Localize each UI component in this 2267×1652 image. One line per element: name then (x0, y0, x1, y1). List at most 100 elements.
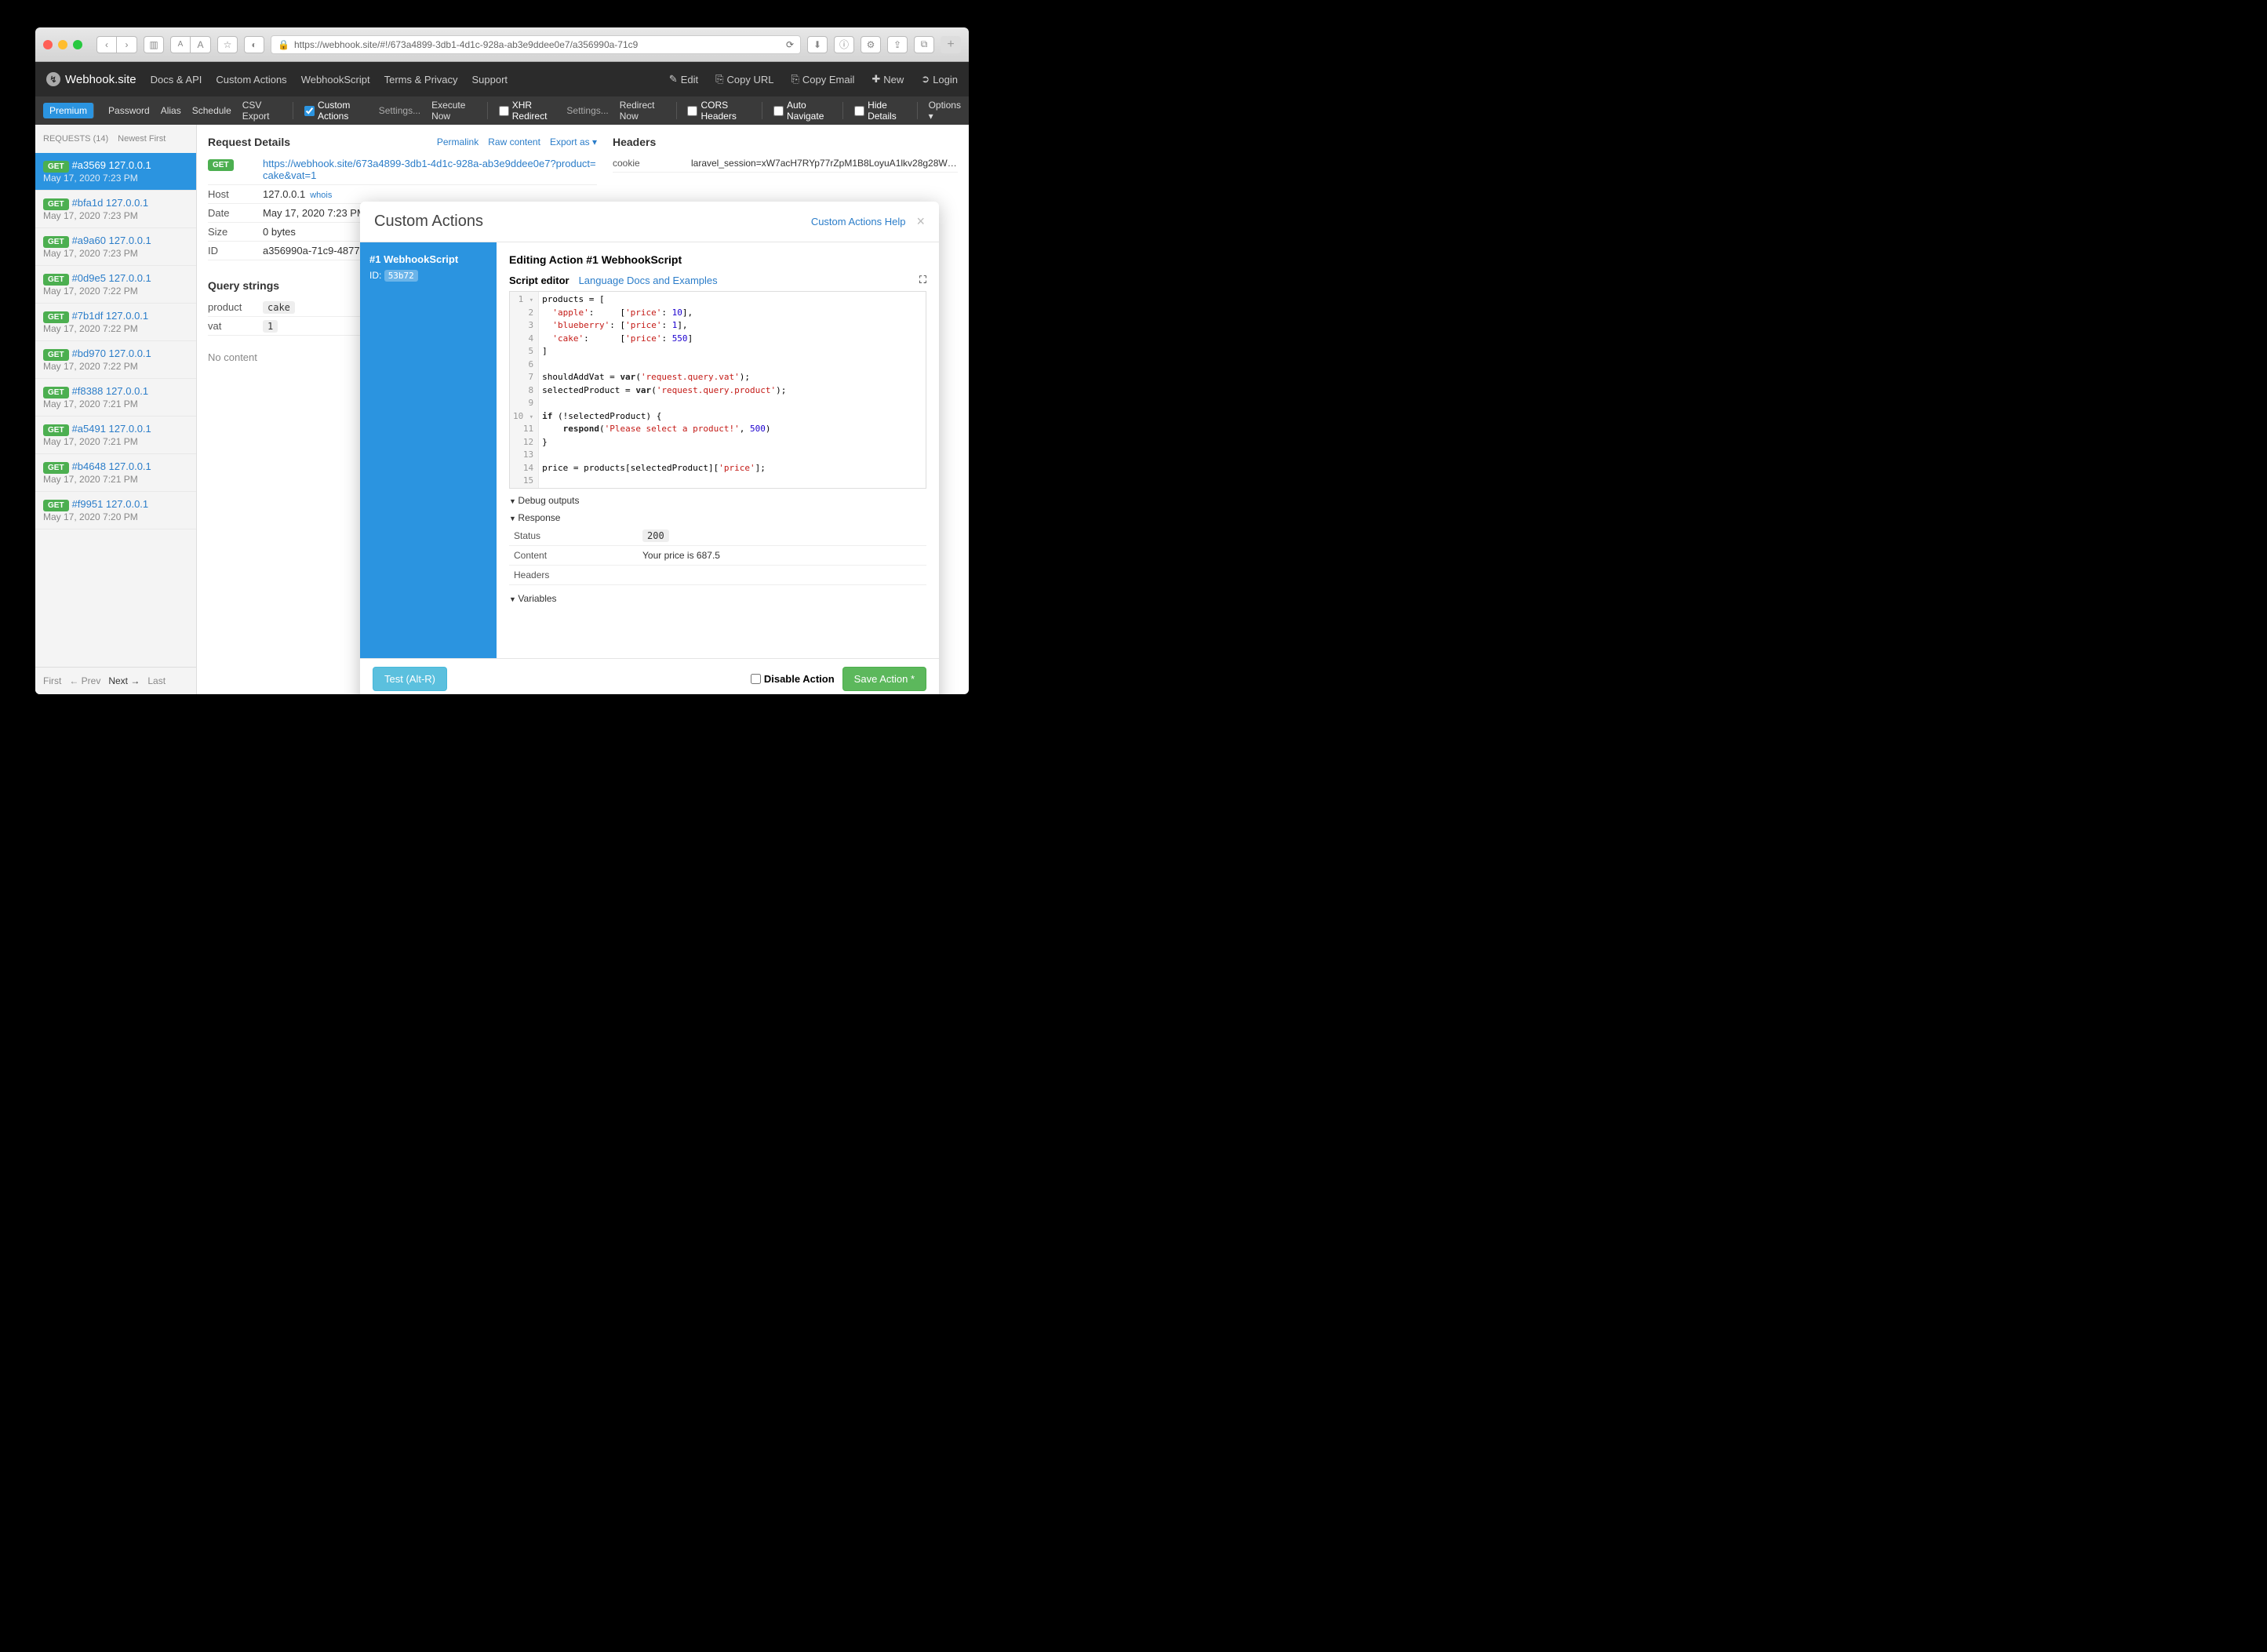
request-details-title: Request Details (208, 136, 290, 148)
request-item[interactable]: GET#f8388 127.0.0.1May 17, 2020 7:21 PM (35, 379, 196, 417)
login-button[interactable]: ➲ Login (921, 73, 958, 86)
subnav-csv-export[interactable]: CSV Export (242, 100, 282, 122)
nav-webhookscript[interactable]: WebhookScript (301, 74, 370, 86)
maximize-window-icon[interactable] (73, 40, 82, 49)
request-id: #b4648 127.0.0.1 (72, 460, 151, 472)
response-headers-label: Headers (509, 569, 642, 580)
close-icon[interactable]: × (916, 213, 925, 230)
request-item[interactable]: GET#b4648 127.0.0.1 May 17, 2020 7:21 PM (35, 454, 196, 492)
auto-navigate-toggle[interactable]: Auto Navigate (773, 100, 831, 122)
response-toggle[interactable]: Response (509, 512, 926, 523)
subnav-schedule[interactable]: Schedule (192, 105, 231, 116)
language-docs-link[interactable]: Language Docs and Examples (579, 275, 718, 286)
subnav-password[interactable]: Password (108, 105, 150, 116)
minimize-window-icon[interactable] (58, 40, 67, 49)
xhr-checkbox[interactable] (499, 106, 509, 116)
info-icon[interactable]: ⓘ (834, 36, 854, 53)
request-date: May 17, 2020 7:21 PM (43, 474, 188, 485)
copy-email-button[interactable]: ⎘ Copy Email (791, 73, 854, 86)
pager-last[interactable]: Last (147, 675, 166, 686)
xhr-redirect-toggle[interactable]: XHR Redirect (499, 100, 556, 122)
nav-terms[interactable]: Terms & Privacy (384, 74, 458, 86)
request-item[interactable]: GET#a3569 127.0.0.1May 17, 2020 7:23 PM (35, 153, 196, 191)
whois-link[interactable]: whois (310, 191, 332, 200)
requests-count: REQUESTS (14) (43, 134, 108, 144)
nav-custom-actions[interactable]: Custom Actions (216, 74, 286, 86)
reload-icon[interactable]: ⟳ (786, 39, 794, 50)
edit-button[interactable]: ✎ Edit (669, 73, 698, 86)
tabs-icon[interactable]: ⧉ (914, 36, 934, 53)
execute-now-link[interactable]: Execute Now (431, 100, 476, 122)
window-controls[interactable] (43, 40, 82, 49)
url-bar[interactable]: 🔒 https://webhook.site/#!/673a4899-3db1-… (271, 35, 801, 54)
download-icon[interactable]: ⬇ (807, 36, 828, 53)
request-item[interactable]: GET#f9951 127.0.0.1May 17, 2020 7:20 PM (35, 492, 196, 529)
sort-order[interactable]: Newest First (118, 134, 166, 144)
method-badge: GET (43, 161, 69, 173)
request-url[interactable]: https://webhook.site/673a4899-3db1-4d1c-… (263, 158, 597, 181)
settings-icon[interactable]: ⚙ (861, 36, 881, 53)
nav-forward-button[interactable]: › (117, 36, 137, 53)
copy-url-button[interactable]: ⎘ Copy URL (715, 73, 773, 86)
share-icon[interactable]: ⇪ (887, 36, 908, 53)
disable-action-toggle[interactable]: Disable Action (751, 673, 835, 685)
text-size-large-button[interactable]: A (191, 36, 211, 53)
test-button[interactable]: Test (Alt-R) (373, 667, 447, 691)
request-item[interactable]: GET#7b1df 127.0.0.1May 17, 2020 7:22 PM (35, 304, 196, 341)
pager-next[interactable]: Next → (108, 675, 140, 686)
bookmark-button[interactable]: ☆ (217, 36, 238, 53)
request-date: May 17, 2020 7:21 PM (43, 398, 188, 409)
request-item[interactable]: GET#0d9e5 127.0.0.1May 17, 2020 7:22 PM (35, 266, 196, 304)
hide-details-checkbox[interactable] (854, 106, 864, 116)
close-window-icon[interactable] (43, 40, 53, 49)
save-action-button[interactable]: Save Action * (842, 667, 926, 691)
plus-icon: ✚ (872, 73, 880, 86)
cors-toggle[interactable]: CORS Headers (687, 100, 751, 122)
method-badge: GET (43, 349, 69, 361)
brand[interactable]: ↯ Webhook.site (46, 72, 136, 86)
request-item[interactable]: GET#a9a60 127.0.0.1May 17, 2020 7:23 PM (35, 228, 196, 266)
pager-first[interactable]: First (43, 675, 61, 686)
method-badge: GET (43, 462, 69, 474)
hide-details-toggle[interactable]: Hide Details (854, 100, 906, 122)
nav-back-button[interactable]: ‹ (96, 36, 117, 53)
status-value: 200 (642, 529, 669, 542)
premium-badge[interactable]: Premium (43, 103, 94, 118)
custom-actions-help-link[interactable]: Custom Actions Help (811, 216, 906, 227)
request-item[interactable]: GET#bd970 127.0.0.1May 17, 2020 7:22 PM (35, 341, 196, 379)
request-item[interactable]: GET#bfa1d 127.0.0.1May 17, 2020 7:23 PM (35, 191, 196, 228)
raw-content-link[interactable]: Raw content (488, 136, 540, 147)
auto-nav-checkbox[interactable] (773, 106, 784, 116)
nav-support[interactable]: Support (472, 74, 508, 86)
cors-checkbox[interactable] (687, 106, 697, 116)
nav-docs[interactable]: Docs & API (151, 74, 202, 86)
new-tab-button[interactable]: + (941, 36, 961, 53)
sidebar-toggle-button[interactable]: ▥ (144, 36, 164, 53)
request-id: #a5491 127.0.0.1 (72, 423, 151, 435)
xhr-settings-link[interactable]: Settings... (566, 105, 608, 116)
action-item[interactable]: #1 WebhookScript (369, 253, 487, 265)
copy-icon: ⎘ (715, 73, 723, 86)
settings-link[interactable]: Settings... (379, 105, 420, 116)
code-editor[interactable]: 1 ▾2345678910 ▾111213141516 ▾17181920 ▾2… (509, 291, 926, 489)
adblock-icon[interactable]: ◐ (244, 36, 264, 53)
variables-toggle[interactable]: Variables (509, 593, 926, 604)
maximize-icon[interactable]: ⛶ (919, 274, 926, 286)
subnav-alias[interactable]: Alias (161, 105, 181, 116)
export-dropdown[interactable]: Export as ▾ (550, 136, 597, 147)
new-button[interactable]: ✚ New (872, 73, 904, 86)
request-id: #bfa1d 127.0.0.1 (72, 197, 149, 209)
disable-action-checkbox[interactable] (751, 674, 761, 684)
request-date: May 17, 2020 7:22 PM (43, 323, 188, 334)
method-badge: GET (208, 159, 234, 171)
permalink-link[interactable]: Permalink (437, 136, 479, 147)
custom-actions-toggle[interactable]: Custom Actions (304, 100, 368, 122)
pager-prev[interactable]: ← Prev (69, 675, 100, 686)
request-item[interactable]: GET#a5491 127.0.0.1May 17, 2020 7:21 PM (35, 417, 196, 454)
custom-actions-checkbox[interactable] (304, 106, 315, 116)
debug-outputs-toggle[interactable]: Debug outputs (509, 495, 926, 506)
options-dropdown[interactable]: Options ▾ (929, 100, 961, 122)
text-size-small-button[interactable]: A (170, 36, 191, 53)
editing-heading: Editing Action #1 WebhookScript (509, 253, 926, 266)
redirect-now-link[interactable]: Redirect Now (620, 100, 665, 122)
